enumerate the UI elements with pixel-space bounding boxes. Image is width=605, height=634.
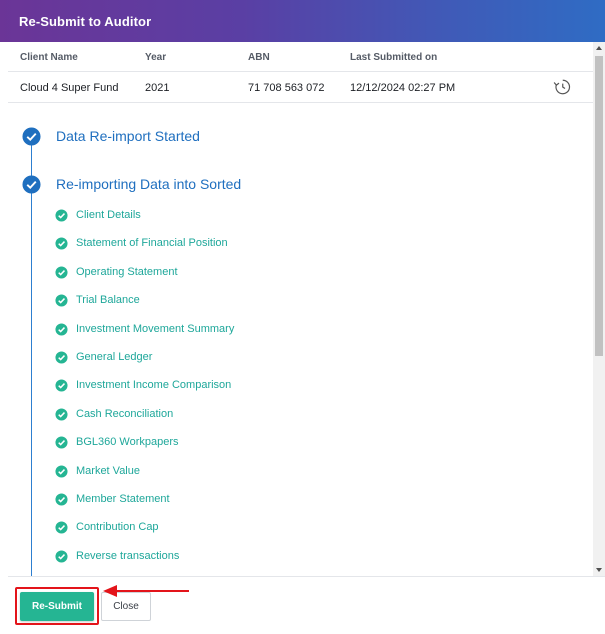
substep-label: Client Details (76, 209, 141, 221)
check-circle-icon (22, 175, 41, 194)
check-circle-icon (55, 465, 68, 478)
substep-item: Reverse transactions (55, 548, 535, 566)
check-circle-icon (55, 379, 68, 392)
substep-item: Client Details (55, 207, 535, 225)
step-item: Re-importing Data into Sorted (22, 173, 582, 197)
step-item: Data Re-import Started (22, 125, 582, 149)
substep-item: General Ledger (55, 349, 535, 367)
header-abn: ABN (248, 52, 270, 63)
dialog-body[interactable]: Client Name Year ABN Last Submitted on C… (8, 42, 593, 576)
substep-item: BGL360 Workpapers (55, 434, 535, 452)
timeline-line (31, 132, 32, 576)
check-circle-icon (55, 550, 68, 563)
cell-year: 2021 (145, 82, 170, 94)
table-header-row: Client Name Year ABN Last Submitted on (8, 42, 593, 72)
substep-item: Statement of Financial Position (55, 235, 535, 253)
substep-label: Statement of Financial Position (76, 237, 228, 250)
check-circle-icon (55, 493, 68, 506)
check-circle-icon (55, 323, 68, 336)
header-client-name: Client Name (20, 52, 78, 63)
scroll-down-arrow-icon[interactable] (593, 564, 605, 576)
header-year: Year (145, 52, 167, 63)
vertical-scrollbar[interactable] (593, 42, 605, 576)
check-circle-icon (55, 408, 68, 421)
table-row: Cloud 4 Super Fund 2021 71 708 563 072 1… (8, 72, 593, 103)
scrollbar-thumb[interactable] (595, 56, 603, 356)
scroll-up-arrow-icon[interactable] (593, 42, 605, 54)
substep-item: Member Statement (55, 491, 535, 509)
pointer-arrow-icon (103, 585, 189, 597)
substep-label: BGL360 Workpapers (76, 436, 179, 449)
check-circle-icon (55, 209, 68, 222)
substep-item: Investment Movement Summary (55, 321, 535, 339)
header-last-submitted: Last Submitted on (350, 52, 438, 63)
substep-label: Reverse transactions (76, 549, 180, 562)
cell-client-name: Cloud 4 Super Fund (20, 82, 119, 94)
substep-item: Operating Statement (55, 264, 535, 282)
substep-item: Market Value (55, 463, 535, 481)
substep-label: Market Value (76, 464, 140, 477)
substep-label: Investment Movement Summary (76, 322, 235, 335)
substep-label: Member Statement (76, 493, 170, 505)
check-circle-icon (22, 127, 41, 146)
check-circle-icon (55, 436, 68, 449)
step-label: Re-importing Data into Sorted (56, 176, 242, 192)
check-circle-icon (55, 237, 68, 250)
dialog-title: Re-Submit to Auditor (19, 13, 152, 29)
check-circle-icon (55, 351, 68, 364)
substep-item: Contribution Cap (55, 519, 535, 537)
check-circle-icon (55, 266, 68, 279)
substep-label: Investment Income Comparison (76, 379, 232, 392)
substep-label: Operating Statement (76, 265, 178, 278)
client-info-table: Client Name Year ABN Last Submitted on C… (8, 42, 593, 104)
step-label: Data Re-import Started (56, 128, 200, 144)
resubmit-button[interactable]: Re-Submit (20, 592, 94, 621)
cell-last-submitted: 12/12/2024 02:27 PM (350, 82, 456, 94)
check-circle-icon (55, 521, 68, 534)
history-icon[interactable] (553, 78, 571, 96)
dialog-header: Re-Submit to Auditor (0, 0, 605, 42)
dialog-footer: Re-Submit Close (8, 576, 605, 634)
substep-label: General Ledger (76, 351, 153, 363)
substep-item: Investment Income Comparison (55, 377, 535, 395)
resubmit-dialog: Re-Submit to Auditor Client Name Year AB… (0, 0, 605, 634)
substep-label: Contribution Cap (76, 521, 159, 534)
substep-item: Trial Balance (55, 292, 535, 310)
progress-timeline: Data Re-import Started Re-importing Data… (8, 104, 593, 576)
cell-abn: 71 708 563 072 (248, 82, 325, 94)
substep-label: Trial Balance (76, 294, 140, 307)
substep-label: Cash Reconciliation (76, 407, 174, 420)
check-circle-icon (55, 294, 68, 307)
substep-item: Cash Reconciliation (55, 406, 535, 424)
